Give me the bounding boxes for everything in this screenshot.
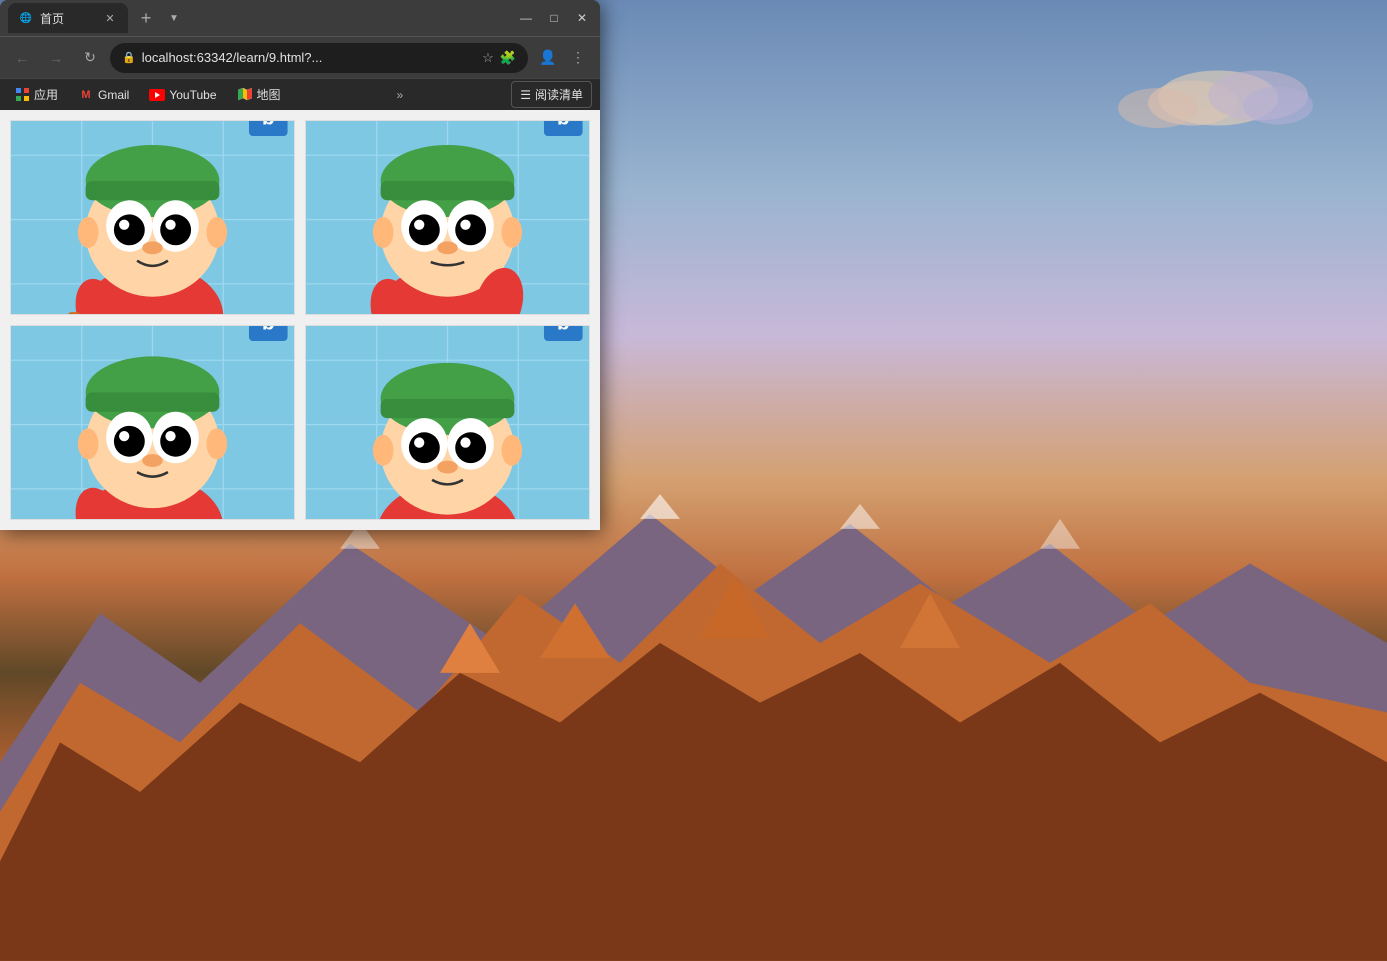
profile-button[interactable]: 👤 xyxy=(534,44,562,72)
cartoon-image-4: b xyxy=(306,326,589,520)
menu-button[interactable]: ⋮ xyxy=(564,44,592,72)
svg-text:b: b xyxy=(262,326,275,334)
bookmark-maps[interactable]: 地图 xyxy=(229,82,289,107)
reading-list-label: 阅读清单 xyxy=(535,86,583,103)
tab-dropdown-button[interactable]: ▼ xyxy=(164,8,184,28)
image-card-1: b xyxy=(10,120,295,315)
address-bar: ← → ↻ 🔒 localhost:63342/learn/9.html?...… xyxy=(0,36,600,78)
title-bar: 🌐 首页 ✕ + ▼ — □ ✕ xyxy=(0,0,600,36)
image-grid: b xyxy=(0,110,600,530)
forward-button[interactable]: → xyxy=(42,44,70,72)
clouds-decoration xyxy=(1118,48,1318,168)
tab-close-button[interactable]: ✕ xyxy=(102,10,118,26)
apps-icon xyxy=(16,88,30,102)
youtube-label: YouTube xyxy=(169,88,216,102)
window-controls: — □ ✕ xyxy=(516,8,592,28)
apps-label: 应用 xyxy=(34,86,58,103)
bookmark-gmail[interactable]: M Gmail xyxy=(70,83,137,107)
browser-window: 🌐 首页 ✕ + ▼ — □ ✕ ← → ↻ 🔒 localhost:63342… xyxy=(0,0,600,530)
maximize-button[interactable]: □ xyxy=(544,8,564,28)
close-button[interactable]: ✕ xyxy=(572,8,592,28)
image-card-2: b xyxy=(305,120,590,315)
maps-label: 地图 xyxy=(257,86,281,103)
url-text: localhost:63342/learn/9.html?... xyxy=(142,50,476,65)
bookmarks-bar: 应用 M Gmail YouTube xyxy=(0,78,600,110)
refresh-button[interactable]: ↻ xyxy=(76,44,104,72)
address-bar-input[interactable]: 🔒 localhost:63342/learn/9.html?... ☆ 🧩 xyxy=(110,43,528,73)
bookmark-youtube[interactable]: YouTube xyxy=(141,83,224,107)
cartoon-image-3: b xyxy=(11,326,294,520)
image-card-3: b xyxy=(10,325,295,520)
lock-icon: 🔒 xyxy=(122,51,136,64)
new-tab-button[interactable]: + xyxy=(132,4,160,32)
toolbar-icons: 👤 ⋮ xyxy=(534,44,592,72)
cartoon-image-1: b xyxy=(11,121,294,315)
svg-text:b: b xyxy=(557,326,570,334)
minimize-button[interactable]: — xyxy=(516,8,536,28)
reading-list-button[interactable]: ☰ 阅读清单 xyxy=(511,81,592,108)
tab-title: 首页 xyxy=(40,10,96,27)
youtube-icon xyxy=(149,87,165,103)
extension-icon[interactable]: 🧩 xyxy=(500,50,516,66)
gmail-icon: M xyxy=(78,87,94,103)
bookmark-star-icon[interactable]: ☆ xyxy=(482,50,494,66)
gmail-label: Gmail xyxy=(98,88,129,102)
tab-favicon: 🌐 xyxy=(18,10,34,26)
svg-text:b: b xyxy=(557,121,570,129)
bookmark-apps[interactable]: 应用 xyxy=(8,82,66,107)
svg-text:b: b xyxy=(262,121,275,129)
reading-list-icon: ☰ xyxy=(520,88,531,102)
active-tab[interactable]: 🌐 首页 ✕ xyxy=(8,3,128,33)
cartoon-image-2: b xyxy=(306,121,589,315)
page-content: b xyxy=(0,110,600,530)
maps-icon xyxy=(237,87,253,103)
image-card-4: b xyxy=(305,325,590,520)
bookmark-more-button[interactable]: » xyxy=(389,84,412,106)
back-button[interactable]: ← xyxy=(8,44,36,72)
